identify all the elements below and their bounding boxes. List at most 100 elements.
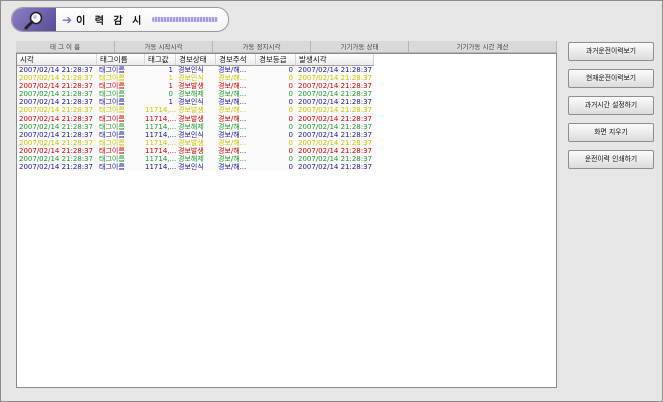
column-header[interactable]: 태그이름 xyxy=(97,54,145,66)
table-cell: 0 xyxy=(288,138,293,147)
column-header[interactable]: 경보상태 xyxy=(176,54,216,66)
grid-body: 2007/02/14 21:28:37 태그이름 1 경보인식 경보/해... 0 2007… xyxy=(17,66,556,171)
table-cell: 0 xyxy=(288,122,293,131)
table-cell: 태그이름 xyxy=(99,122,125,131)
table-row[interactable]: 2007/02/14 21:28:37 태그이름 11714,... 경보인식 경보/해… xyxy=(17,131,556,139)
table-cell: 2007/02/14 21:28:37 xyxy=(298,98,373,107)
table-cell: 2007/02/14 21:28:37 xyxy=(298,163,373,172)
table-cell: 2007/02/14 21:28:37 xyxy=(298,138,373,147)
table-cell: 11714,... xyxy=(145,122,176,131)
table-cell: 태그이름 xyxy=(99,146,125,155)
grid-header: 시각 태그이름 태그값 경보상태 경보주석 경보등급 발생시각 xyxy=(17,54,556,66)
table-cell: 2007/02/14 21:28:37 xyxy=(19,163,94,172)
table-row[interactable]: 2007/02/14 21:28:37 태그이름 1 경보인식 경보/해... 0 2007… xyxy=(17,66,556,74)
calc-header-cell[interactable]: 태 그 이 름 xyxy=(16,41,115,52)
column-header[interactable]: 시각 xyxy=(17,54,97,66)
table-cell: 태그이름 xyxy=(99,114,125,123)
calc-header-cell[interactable]: 기기가동 시간 계산 xyxy=(409,41,557,52)
table-cell: 2007/02/14 21:28:37 xyxy=(19,155,94,164)
table-cell: 경보인식 xyxy=(178,74,204,83)
table-cell: 경보발생 xyxy=(178,146,204,155)
column-header[interactable]: 발생시각 xyxy=(296,54,374,66)
table-cell: 경보/해... xyxy=(218,163,247,172)
column-header[interactable]: 경보등급 xyxy=(256,54,296,66)
table-cell: 경보해제 xyxy=(178,155,204,164)
table-cell: 태그이름 xyxy=(99,74,125,83)
calc-header-cell[interactable]: 가동 정지시각 xyxy=(213,41,311,52)
table-cell: 경보/해... xyxy=(218,106,247,115)
table-cell: 11714,... xyxy=(145,138,176,147)
table-cell: 11714,... xyxy=(145,163,176,172)
table-cell: 2007/02/14 21:28:37 xyxy=(298,82,373,91)
table-cell: 1 xyxy=(168,74,173,83)
table-cell: 2007/02/14 21:28:37 xyxy=(298,122,373,131)
table-cell: 경보발생 xyxy=(178,138,204,147)
table-cell: 1 xyxy=(168,66,173,74)
table-cell: 2007/02/14 21:28:37 xyxy=(19,66,94,74)
table-cell: 경보발생 xyxy=(178,106,204,115)
past-history-button[interactable]: 과거운전이력보기 xyxy=(568,42,654,61)
table-cell: 경보/해... xyxy=(218,155,247,164)
table-cell: 경보/해... xyxy=(218,114,247,123)
table-cell: 0 xyxy=(288,155,293,164)
table-cell: 태그이름 xyxy=(99,138,125,147)
table-cell: 0 xyxy=(288,106,293,115)
clear-screen-button[interactable]: 화면 지우기 xyxy=(568,123,654,142)
table-cell: 경보/해... xyxy=(218,66,247,74)
table-cell: 경보인식 xyxy=(178,163,204,172)
table-cell: 경보인식 xyxy=(178,130,204,139)
title-decoration xyxy=(152,17,218,22)
print-history-button[interactable]: 운전이력 인쇄하기 xyxy=(568,150,654,169)
table-cell: 2007/02/14 21:28:37 xyxy=(19,82,94,91)
table-row[interactable]: 2007/02/14 21:28:37 태그이름 11714,... 경보해제 경보/해… xyxy=(17,123,556,131)
table-cell: 2007/02/14 21:28:37 xyxy=(298,146,373,155)
table-cell: 2007/02/14 21:28:37 xyxy=(298,114,373,123)
magnifier-icon xyxy=(12,8,56,31)
table-row[interactable]: 2007/02/14 21:28:37 태그이름 1 경보발생 경보/해... 0 2007… xyxy=(17,82,556,90)
table-row[interactable]: 2007/02/14 21:28:37 태그이름 11714,... 경보발생 경보/해… xyxy=(17,115,556,123)
table-cell: 2007/02/14 21:28:37 xyxy=(19,98,94,107)
table-cell: 태그이름 xyxy=(99,155,125,164)
table-cell: 2007/02/14 21:28:37 xyxy=(298,66,373,74)
table-row[interactable]: 2007/02/14 21:28:37 태그이름 0 경보해제 경보/해... 0 2007… xyxy=(17,90,556,98)
table-row[interactable]: 2007/02/14 21:28:37 태그이름 1 경보인식 경보/해... 0 2007… xyxy=(17,98,556,106)
column-header[interactable]: 태그값 xyxy=(145,54,176,66)
current-history-button[interactable]: 현재운전이력보기 xyxy=(568,69,654,88)
table-cell: 태그이름 xyxy=(99,106,125,115)
set-past-time-button[interactable]: 과거시간 설정하기 xyxy=(568,96,654,115)
history-grid[interactable]: 시각 태그이름 태그값 경보상태 경보주석 경보등급 발생시각 2007/02/14 21:… xyxy=(16,53,557,388)
table-cell: 2007/02/14 21:28:37 xyxy=(19,106,94,115)
table-cell: 11714,... xyxy=(145,106,176,115)
table-cell: 0 xyxy=(288,130,293,139)
table-row[interactable]: 2007/02/14 21:28:37 태그이름 11714,... 경보발생 경보/해… xyxy=(17,139,556,147)
table-row[interactable]: 2007/02/14 21:28:37 태그이름 11714,... 경보해제 경보/해… xyxy=(17,155,556,163)
table-cell: 경보인식 xyxy=(178,66,204,74)
table-cell: 2007/02/14 21:28:37 xyxy=(298,130,373,139)
table-row[interactable]: 2007/02/14 21:28:37 태그이름 11714,... 경보인식 경보/해… xyxy=(17,163,556,171)
calc-header-cell[interactable]: 가동 시작시각 xyxy=(115,41,213,52)
table-cell: 11714,... xyxy=(145,146,176,155)
calc-header-cell[interactable]: 기기가동 상태 xyxy=(311,41,409,52)
table-cell: 태그이름 xyxy=(99,130,125,139)
history-monitor-window: ➔ 이 력 감 시 태 그 이 름 가동 시작시각 가동 정지시각 기기가동 상태 기기… xyxy=(0,0,663,402)
table-cell: 태그이름 xyxy=(99,82,125,91)
table-row[interactable]: 2007/02/14 21:28:37 태그이름 1 경보인식 경보/해... 0 2007… xyxy=(17,74,556,82)
table-cell: 경보발생 xyxy=(178,114,204,123)
table-cell: 태그이름 xyxy=(99,90,125,99)
table-cell: 태그이름 xyxy=(99,66,125,74)
table-cell: 2007/02/14 21:28:37 xyxy=(19,74,94,83)
table-cell: 태그이름 xyxy=(99,163,125,172)
column-header[interactable]: 경보주석 xyxy=(216,54,256,66)
table-cell: 경보/해... xyxy=(218,98,247,107)
table-row[interactable]: 2007/02/14 21:28:37 태그이름 11714,... 경보발생 경보/해… xyxy=(17,147,556,155)
table-cell: 경보/해... xyxy=(218,138,247,147)
table-cell: 0 xyxy=(288,82,293,91)
table-row[interactable]: 2007/02/14 21:28:37 태그이름 11714,... 경보발생 경보/해… xyxy=(17,106,556,114)
table-cell: 경보/해... xyxy=(218,146,247,155)
table-cell: 2007/02/14 21:28:37 xyxy=(298,74,373,83)
table-cell: 경보/해... xyxy=(218,122,247,131)
table-cell: 2007/02/14 21:28:37 xyxy=(298,90,373,99)
table-cell: 경보/해... xyxy=(218,74,247,83)
arrow-right-icon: ➔ xyxy=(62,12,73,27)
table-cell: 경보해제 xyxy=(178,122,204,131)
